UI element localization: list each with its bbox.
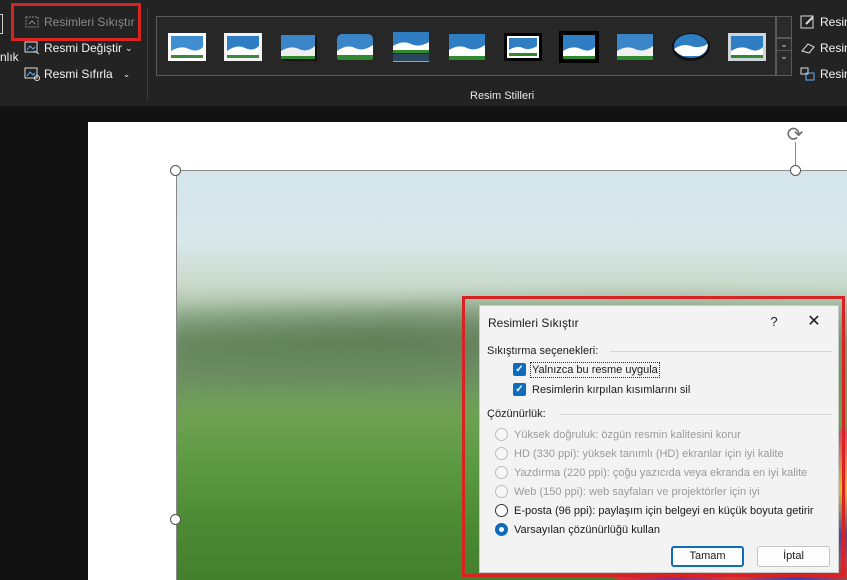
compress-icon <box>24 15 40 29</box>
partial-icon <box>0 14 3 34</box>
style-thumb-black-border[interactable] <box>559 31 599 63</box>
delete-cropped-areas-checkbox[interactable]: ✓ Resimlerin kırpılan kısımlarını sil <box>513 383 690 396</box>
section-divider <box>560 414 832 415</box>
radio-icon <box>495 428 508 441</box>
checkbox-checked-icon: ✓ <box>513 383 526 396</box>
picture-styles-group-label: Resim Stilleri <box>470 90 535 102</box>
resolution-hd-radio[interactable]: HD (330 ppi): yüksek tanımlı (HD) ekranl… <box>495 447 784 460</box>
dialog-title: Resimleri Sıkıştır <box>488 316 579 330</box>
selection-border <box>176 170 847 171</box>
style-thumb-bevel[interactable] <box>615 31 655 63</box>
change-picture-button[interactable]: Resmi Değiştir ⌄ <box>24 41 133 55</box>
style-thumb-soft-edge[interactable] <box>223 31 263 63</box>
ribbon-separator <box>147 8 148 100</box>
style-thumb-simple-frame[interactable] <box>167 31 207 63</box>
more-icon[interactable]: ⌄ <box>777 51 791 63</box>
picture-effects-button[interactable]: Resim <box>800 41 847 55</box>
compress-pictures-button[interactable]: Resimleri Sıkıştır <box>24 15 135 29</box>
style-thumb-soft-shadow[interactable] <box>447 31 487 63</box>
reset-picture-icon <box>24 67 40 81</box>
gallery-scroll[interactable]: ⌄ ⌄ <box>776 38 792 76</box>
picture-border-button[interactable]: Resim <box>800 15 847 29</box>
ok-button[interactable]: Tamam <box>671 546 744 567</box>
pencil-icon <box>800 15 816 29</box>
resize-handle[interactable] <box>170 514 181 525</box>
resolution-email-radio[interactable]: E-posta (96 ppi): paylaşım için belgeyi … <box>495 504 814 517</box>
compress-pictures-dialog: Resimleri Sıkıştır ? ✕ Sıkıştırma seçene… <box>479 305 839 573</box>
style-thumb-drop-shadow[interactable] <box>279 31 319 63</box>
effects-icon <box>800 41 816 55</box>
resolution-default-radio[interactable]: Varsayılan çözünürlüğü kullan <box>495 523 660 536</box>
close-icon[interactable]: ✕ <box>803 311 825 333</box>
ribbon: nlık Resimleri Sıkıştır Resmi Değiştir ⌄… <box>0 0 847 106</box>
style-thumb-metal-frame[interactable] <box>727 31 767 63</box>
resize-handle[interactable] <box>790 165 801 176</box>
chevron-down-icon[interactable]: ⌄ <box>777 39 791 51</box>
cancel-button[interactable]: İptal <box>757 546 830 567</box>
resolution-high-fidelity-radio[interactable]: Yüksek doğruluk: özgün resmin kalitesini… <box>495 428 741 441</box>
cut-label-fragment[interactable]: nlık <box>0 50 19 64</box>
reset-picture-button[interactable]: Resmi Sıfırla ⌄ <box>24 67 130 81</box>
gallery-scroll-up[interactable] <box>776 16 792 38</box>
apply-only-this-picture-checkbox[interactable]: ✓ Yalnızca bu resme uygula <box>513 361 660 378</box>
resize-handle[interactable] <box>170 165 181 176</box>
resolution-web-radio[interactable]: Web (150 ppi): web sayfaları ve projektö… <box>495 485 760 498</box>
picture-styles-gallery[interactable] <box>156 16 776 76</box>
compression-options-header: Sıkıştırma seçenekleri: <box>487 345 599 357</box>
rotate-handle-icon[interactable]: ⟳ <box>783 123 807 147</box>
radio-icon <box>495 485 508 498</box>
picture-layout-button[interactable]: Resim <box>800 67 847 81</box>
radio-icon <box>495 466 508 479</box>
radio-selected-icon <box>495 523 508 536</box>
checkbox-checked-icon: ✓ <box>513 363 526 376</box>
help-icon[interactable]: ? <box>764 312 784 332</box>
style-thumb-rounded[interactable] <box>335 31 375 63</box>
radio-icon <box>495 447 508 460</box>
resolution-print-radio[interactable]: Yazdırma (220 ppi): çoğu yazıcıda veya e… <box>495 466 807 479</box>
style-thumb-oval[interactable] <box>671 31 711 63</box>
resolution-header: Çözünürlük: <box>487 408 546 420</box>
chevron-down-icon: ⌄ <box>125 42 133 53</box>
style-thumb-reflected[interactable] <box>391 31 431 63</box>
section-divider <box>610 351 832 352</box>
style-thumb-thick-black-frame[interactable] <box>503 31 543 63</box>
chevron-down-icon: ⌄ <box>122 68 131 79</box>
layout-icon <box>800 67 816 81</box>
radio-icon <box>495 504 508 517</box>
change-picture-icon <box>24 41 40 55</box>
